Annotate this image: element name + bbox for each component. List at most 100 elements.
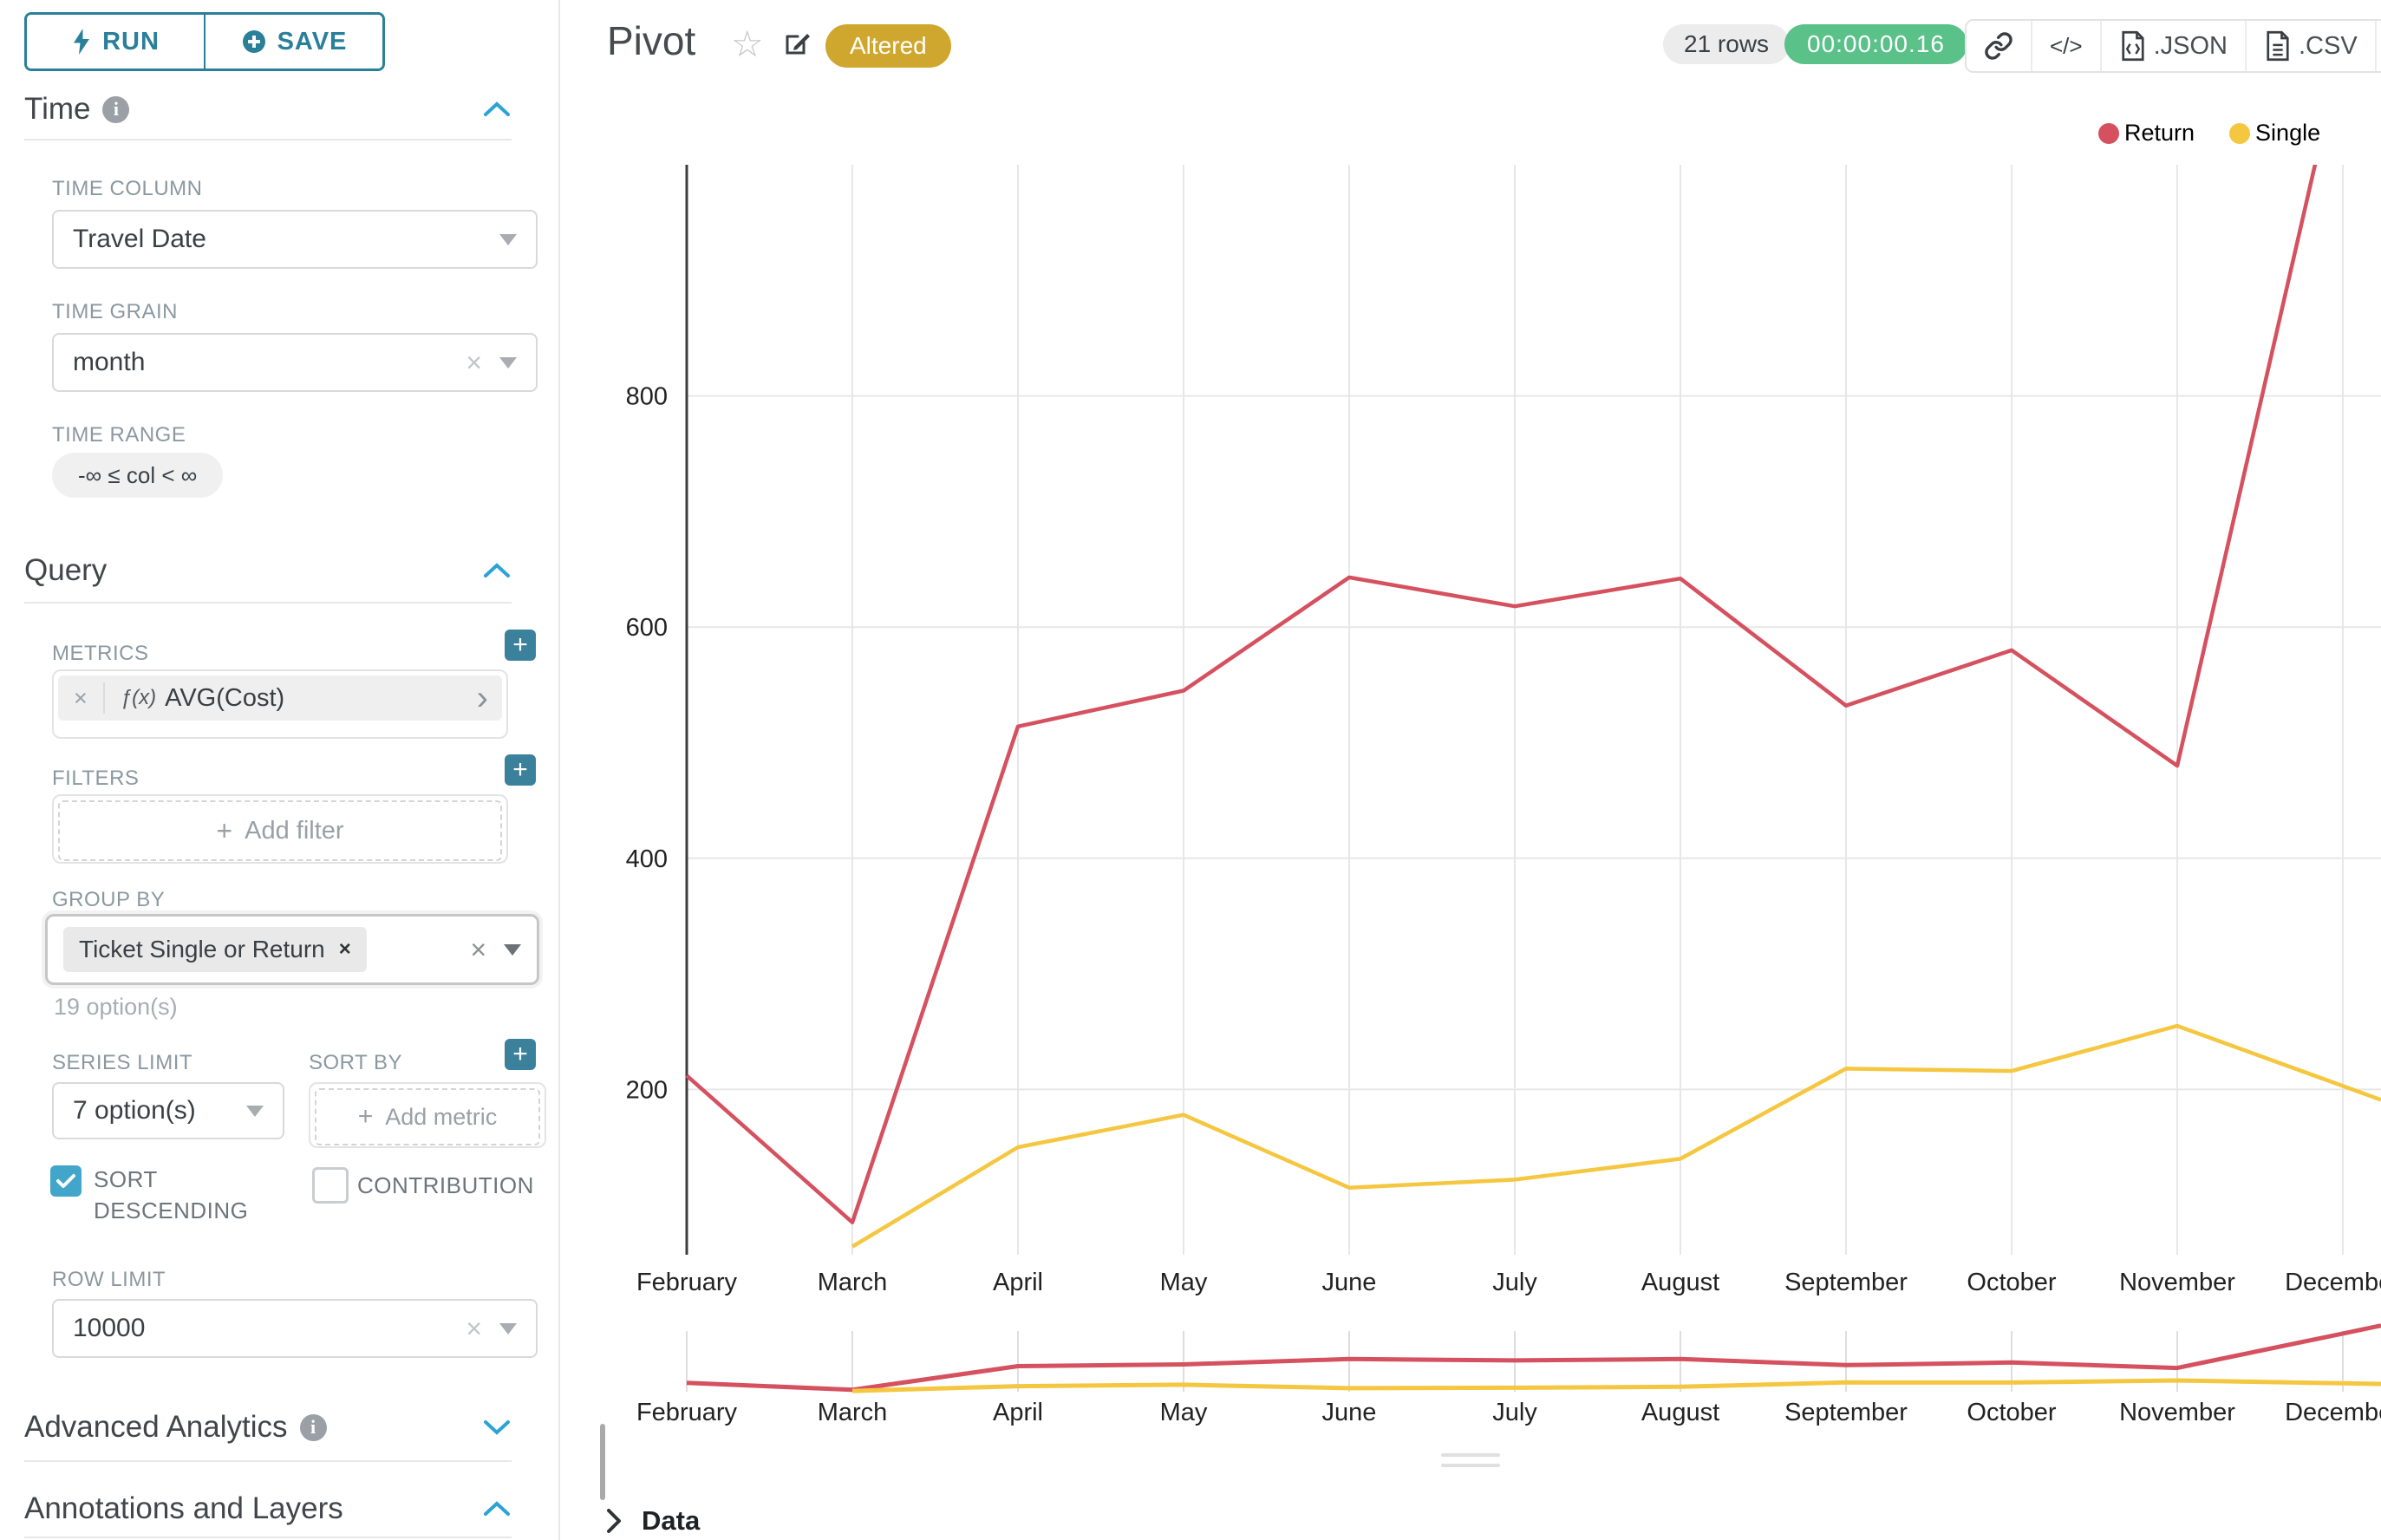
time-range-pill[interactable]: -∞ ≤ col < ∞ [52,453,223,498]
save-button[interactable]: SAVE [205,15,382,69]
advanced-analytics-header[interactable]: Advanced Analytics i [24,1408,512,1446]
query-timer-badge: 00:00:00.16 [1784,24,1967,64]
time-column-value: Travel Date [73,225,499,254]
panel-scrollbar[interactable] [600,1424,605,1500]
add-sort-metric-dropzone[interactable]: + Add metric [315,1088,540,1145]
chevron-down-icon[interactable] [499,1323,517,1334]
export-csv-label: .CSV [2299,32,2358,61]
series-limit-value: 7 option(s) [73,1096,246,1126]
plus-circle-icon [241,29,267,55]
add-filter-dropzone[interactable]: + Add filter [58,800,502,861]
chart-title: Pivot [607,17,695,64]
sort-descending-label: SORT DESCENDING [94,1164,241,1226]
run-button[interactable]: RUN [27,15,205,69]
x-tick-label: September [1784,1269,1908,1296]
minimap-x-label: November [2119,1399,2235,1426]
json-file-icon [2119,30,2147,62]
row-limit-label: ROW LIMIT [52,1268,166,1292]
metrics-label: METRICS [52,642,149,666]
info-icon: i [300,1414,327,1441]
group-by-label: GROUP BY [52,888,165,912]
chevron-up-icon[interactable] [482,1499,512,1518]
sort-descending-checkbox[interactable] [50,1165,82,1197]
run-save-button-group: RUN SAVE [24,12,385,71]
save-button-label: SAVE [277,28,348,56]
clear-icon[interactable]: × [470,934,486,966]
export-csv-button[interactable]: .CSV [2247,21,2377,71]
main-series [687,121,2381,1247]
check-icon [55,1172,76,1190]
chevron-down-icon[interactable] [499,357,517,369]
data-panel-title: Data [642,1505,700,1537]
add-filter-button[interactable]: + [505,754,536,786]
row-count-badge: 21 rows [1663,24,1790,64]
metric-chip[interactable]: × ƒ(x) AVG(Cost) › [58,675,502,721]
y-tick-label: 400 [626,845,668,873]
add-sort-metric-button[interactable]: + [505,1039,536,1070]
chevron-down-icon[interactable] [246,1106,264,1117]
divider [24,602,512,604]
chevron-down-icon[interactable] [499,234,517,245]
minimap-x-label: March [818,1399,888,1426]
annotations-header[interactable]: Annotations and Layers [24,1490,512,1528]
annotations-title: Annotations and Layers [24,1491,343,1526]
info-icon: i [102,96,129,123]
run-button-label: RUN [102,28,160,56]
contribution-checkbox[interactable] [312,1167,349,1204]
minimap-x-label: April [993,1399,1043,1426]
time-column-select[interactable]: Travel Date [52,210,538,269]
x-tick-label: May [1160,1269,1208,1296]
group-by-select[interactable]: Ticket Single or Return × × [45,914,539,985]
view-query-button[interactable]: </> [2032,21,2102,71]
altered-badge[interactable]: Altered [825,24,951,68]
chevron-up-icon[interactable] [482,100,512,119]
sort-by-container: + Add metric [309,1082,546,1148]
lightning-icon [71,29,92,55]
x-tick-label: December [2285,1269,2381,1296]
chevron-down-icon[interactable] [482,1418,512,1437]
minimap-x-label: December [2285,1399,2381,1426]
add-filter-placeholder: Add filter [245,817,343,845]
x-tick-label: April [993,1269,1043,1296]
series-line-return [687,121,2381,1223]
add-metric-placeholder: Add metric [385,1104,497,1131]
time-section-header[interactable]: Time i [24,90,512,128]
edit-title-icon[interactable] [781,28,812,59]
clear-icon[interactable]: × [466,1313,482,1345]
x-tick-label: February [636,1269,738,1296]
remove-token-icon[interactable]: × [339,937,351,962]
time-grain-label: TIME GRAIN [52,300,178,324]
copy-link-button[interactable] [1967,21,2032,71]
csv-file-icon [2264,30,2292,62]
more-menu-button[interactable] [2377,21,2381,71]
data-panel-header[interactable]: Data [605,1505,700,1537]
series-limit-select[interactable]: 7 option(s) [52,1082,284,1139]
minimap-x-label: June [1322,1399,1377,1426]
minimap-x-label: July [1492,1399,1537,1426]
chevron-down-icon[interactable] [504,944,521,956]
chevron-up-icon[interactable] [482,561,512,580]
row-limit-select[interactable]: 10000 × [52,1299,538,1358]
export-json-button[interactable]: .JSON [2102,21,2247,71]
fx-icon: ƒ(x) [105,686,165,710]
advanced-analytics-title: Advanced Analytics [24,1410,288,1445]
remove-metric-icon[interactable]: × [58,685,103,712]
x-tick-label: November [2119,1269,2235,1296]
plus-icon: + [512,1040,528,1069]
resize-handle[interactable] [1441,1453,1500,1474]
series-limit-label: SERIES LIMIT [52,1051,192,1075]
minimap-x-label: February [636,1399,738,1426]
add-metric-button[interactable]: + [505,630,536,661]
minimap-x-label: August [1641,1399,1719,1426]
divider [24,1460,512,1462]
control-panel: RUN SAVE Time i TIME COLUMN Travel Date … [0,0,560,1540]
time-grain-select[interactable]: month × [52,333,538,392]
query-section-header[interactable]: Query [24,551,512,590]
group-by-token[interactable]: Ticket Single or Return × [63,927,367,972]
export-toolbar: </> .JSON .CSV [1965,19,2381,73]
clear-icon[interactable]: × [466,347,482,379]
line-chart[interactable]: 200400600800FebruaryFebruaryMarchMarchAp… [559,121,2381,1439]
favorite-star-icon[interactable]: ☆ [731,23,764,65]
x-tick-label: June [1322,1269,1377,1296]
row-limit-value: 10000 [73,1314,466,1343]
